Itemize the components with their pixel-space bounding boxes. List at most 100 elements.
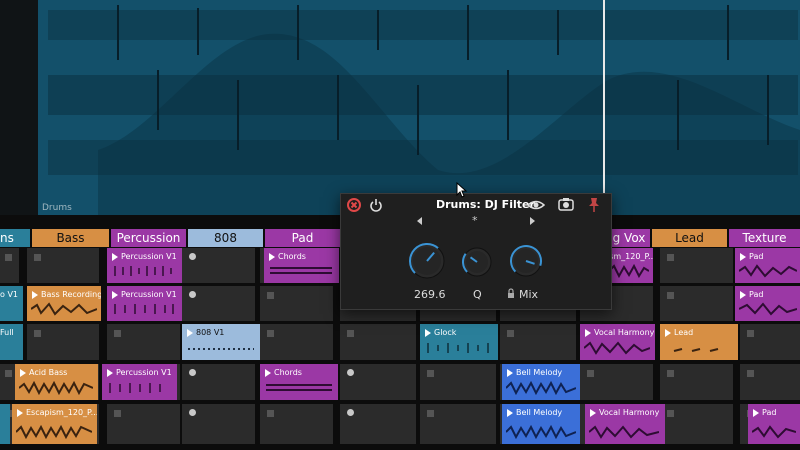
empty-clip-slot[interactable] — [340, 324, 416, 360]
stop-slot-icon[interactable] — [587, 370, 594, 377]
empty-clip-slot[interactable] — [260, 286, 333, 321]
clip-vocal-harmony-r2[interactable]: Vocal Harmony — [580, 324, 655, 360]
stop-slot-icon[interactable] — [5, 370, 12, 377]
clip-texture-pad-r0[interactable]: Pad — [735, 248, 800, 283]
pin-icon[interactable] — [588, 197, 600, 213]
empty-clip-slot[interactable] — [260, 324, 333, 360]
mouse-cursor-icon — [456, 182, 468, 198]
frequency-knob[interactable] — [403, 240, 451, 280]
empty-clip-slot[interactable] — [500, 324, 576, 360]
record-slot-icon[interactable] — [189, 253, 196, 260]
clip-808-r2[interactable]: 808 V1 — [182, 324, 260, 360]
clip-percussion-r1[interactable]: Percussion V1 — [107, 286, 182, 321]
clip-pad-chords-r3[interactable]: Chords — [260, 364, 338, 400]
clip-bass-recording[interactable]: Bass Recording 1 — [27, 286, 101, 321]
empty-clip-slot[interactable] — [660, 286, 733, 321]
empty-clip-slot[interactable] — [420, 404, 496, 444]
clip-acid-bass-r3[interactable]: Acid Bass — [15, 364, 98, 400]
drums-audio-clip[interactable] — [38, 0, 800, 215]
empty-clip-slot[interactable] — [107, 324, 180, 360]
record-slot-icon[interactable] — [189, 369, 196, 376]
next-preset-arrow[interactable] — [530, 217, 535, 225]
record-slot-icon[interactable] — [189, 291, 196, 298]
playhead[interactable] — [603, 0, 605, 215]
empty-clip-slot[interactable] — [182, 404, 255, 444]
empty-clip-slot[interactable] — [107, 404, 180, 444]
track-header-1[interactable]: Bass — [32, 229, 109, 247]
mix-knob[interactable] — [505, 243, 547, 279]
stop-slot-icon[interactable] — [507, 330, 514, 337]
prev-preset-arrow[interactable] — [417, 217, 422, 225]
empty-clip-slot[interactable] — [182, 286, 255, 321]
empty-clip-slot[interactable] — [740, 324, 800, 360]
clip-ns-full-r2[interactable]: Full — [0, 324, 23, 360]
mix-label: Mix — [519, 288, 539, 301]
clip-texture-pad-r1[interactable]: Pad — [735, 286, 800, 321]
waveform — [48, 5, 800, 215]
empty-clip-slot[interactable] — [580, 364, 653, 400]
track-header-6[interactable]: Lead — [652, 229, 727, 247]
stop-slot-icon[interactable] — [114, 410, 121, 417]
empty-clip-slot[interactable] — [260, 404, 333, 444]
clip-percussion-r0[interactable]: Percussion V1 — [107, 248, 182, 283]
stop-slot-icon[interactable] — [34, 330, 41, 337]
camera-icon[interactable] — [558, 197, 574, 211]
clip-lead-r2[interactable]: Lead — [660, 324, 738, 360]
dj-filter-plugin[interactable]: Drums: DJ Filter * 269.6 Q Mix — [340, 193, 612, 310]
empty-clip-slot[interactable] — [420, 364, 496, 400]
stop-slot-icon[interactable] — [5, 254, 12, 261]
track-header-0[interactable]: ns — [0, 229, 30, 247]
stop-slot-icon[interactable] — [114, 330, 121, 337]
stop-slot-icon[interactable] — [667, 254, 674, 261]
empty-clip-slot[interactable] — [0, 248, 19, 283]
record-slot-icon[interactable] — [347, 369, 354, 376]
stop-slot-icon[interactable] — [267, 410, 274, 417]
stop-slot-icon[interactable] — [747, 330, 754, 337]
stop-slot-icon[interactable] — [667, 410, 674, 417]
clip-pad-chords-r0[interactable]: Chords — [264, 248, 339, 283]
track-header-7[interactable]: Texture — [729, 229, 800, 247]
track-header-3[interactable]: 808 — [188, 229, 263, 247]
stop-slot-icon[interactable] — [267, 292, 274, 299]
clip-percussion-r3[interactable]: Percussion V1 — [102, 364, 177, 400]
q-knob[interactable] — [457, 245, 497, 279]
stop-slot-icon[interactable] — [667, 370, 674, 377]
clip-ns-r1[interactable]: o V1 — [0, 286, 23, 321]
empty-clip-slot[interactable] — [660, 364, 733, 400]
stop-slot-icon[interactable] — [34, 254, 41, 261]
lock-icon[interactable] — [507, 288, 515, 299]
clip-ns-r4[interactable] — [0, 404, 10, 444]
clip-escapism-bass-r4[interactable]: Escapism_120_P... — [12, 404, 97, 444]
plugin-title: Drums: DJ Filter — [436, 198, 535, 211]
stop-slot-icon[interactable] — [427, 410, 434, 417]
empty-clip-slot[interactable] — [660, 404, 733, 444]
stop-slot-icon[interactable] — [747, 370, 754, 377]
empty-clip-slot[interactable] — [340, 364, 416, 400]
track-header-2[interactable]: Percussion — [111, 229, 186, 247]
empty-clip-slot[interactable] — [340, 404, 416, 444]
eye-icon[interactable] — [527, 198, 545, 212]
stop-slot-icon[interactable] — [267, 330, 274, 337]
record-slot-icon[interactable] — [189, 409, 196, 416]
clip-label: Drums — [42, 203, 72, 213]
empty-clip-slot[interactable] — [27, 248, 99, 283]
empty-clip-slot[interactable] — [27, 324, 99, 360]
power-icon[interactable] — [369, 198, 383, 212]
clip-escapism-vox-r0[interactable]: ism_120_P... — [605, 248, 653, 283]
track-header-4[interactable]: Pad — [265, 229, 340, 247]
stop-slot-icon[interactable] — [427, 370, 434, 377]
clip-bell-melody-r3[interactable]: Bell Melody — [502, 364, 580, 400]
record-slot-icon[interactable] — [347, 409, 354, 416]
empty-clip-slot[interactable] — [740, 364, 800, 400]
preset-name[interactable]: * — [472, 214, 478, 227]
stop-slot-icon[interactable] — [347, 330, 354, 337]
clip-glock-r2[interactable]: Glock — [420, 324, 498, 360]
clip-vocal-harmony-r4[interactable]: Vocal Harmony — [585, 404, 665, 444]
clip-texture-pad-r4[interactable]: Pad — [748, 404, 800, 444]
empty-clip-slot[interactable] — [182, 248, 255, 283]
clip-bell-melody-r4[interactable]: Bell Melody — [502, 404, 580, 444]
empty-clip-slot[interactable] — [182, 364, 255, 400]
empty-clip-slot[interactable] — [660, 248, 733, 283]
stop-slot-icon[interactable] — [667, 292, 674, 299]
close-icon[interactable] — [347, 198, 361, 212]
